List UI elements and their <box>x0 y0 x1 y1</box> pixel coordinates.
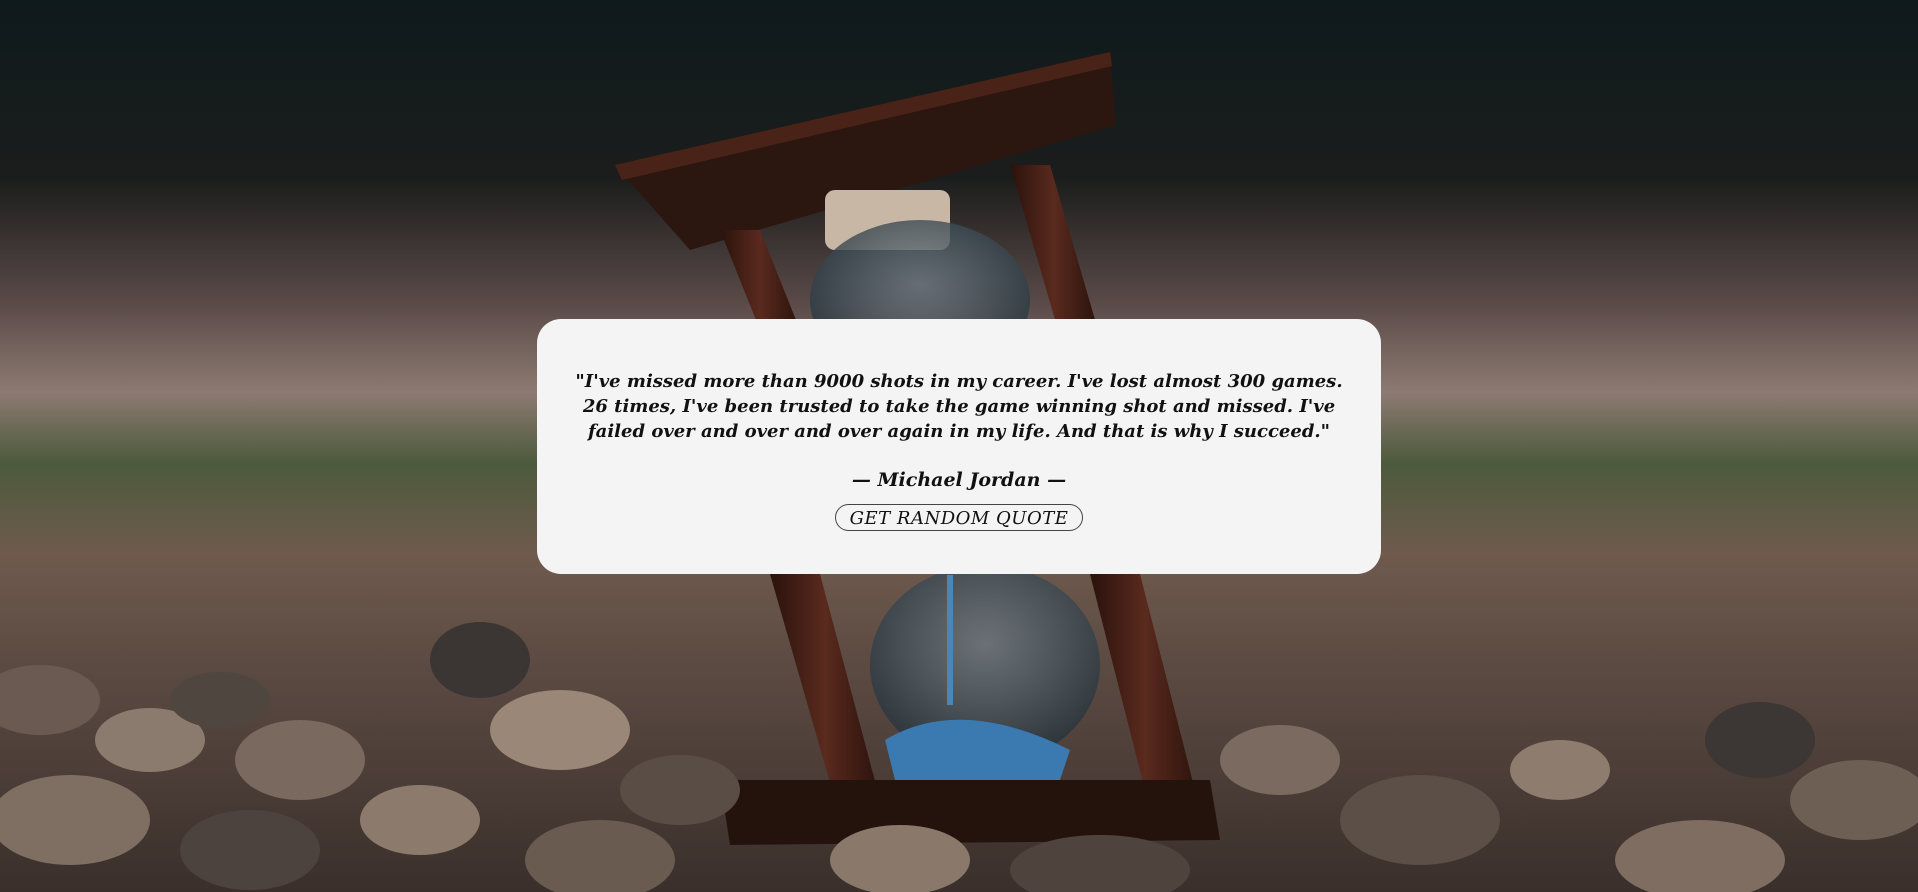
get-random-quote-button[interactable]: GET RANDOM QUOTE <box>835 504 1083 531</box>
quote-author: — Michael Jordan — <box>851 469 1067 491</box>
quote-card: "I've missed more than 9000 shots in my … <box>537 319 1381 574</box>
quote-text: "I've missed more than 9000 shots in my … <box>575 371 1343 442</box>
